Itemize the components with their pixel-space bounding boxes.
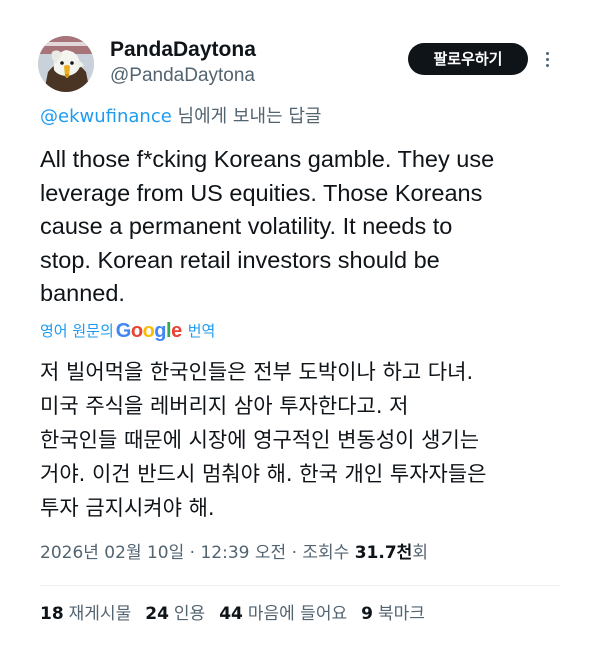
translation-suffix: 번역 [187,322,216,340]
vertical-ellipsis-icon [546,58,549,61]
stat-count: 44 [219,604,243,624]
stat-label: 재게시물 [68,604,132,624]
translated-line: 거야. 이건 반드시 멈춰야 해. 한국 개인 투자자들은 [40,462,487,486]
reply-suffix: 님에게 보내는 답글 [171,106,322,127]
quotes-stat[interactable]: 24 인용 [145,602,205,626]
avatar[interactable] [38,36,94,92]
vertical-ellipsis-icon [546,64,549,67]
handle[interactable]: @PandaDaytona [110,64,255,88]
bald-eagle-avatar-icon [38,36,94,92]
translated-line: 한국인들 때문에 시장에 영구적인 변동성이 생기는 [40,428,480,452]
vertical-ellipsis-icon [546,52,549,55]
translated-line: 미국 주식을 레버리지 삼아 투자한다고. 저 [40,394,409,418]
engagement-stats: 18 재게시물 24 인용 44 마음에 들어요 9 북마크 [40,602,425,626]
reply-context: @ekwufinance 님에게 보내는 답글 [40,105,321,129]
translated-line: 투자 금지시켜야 해. [40,496,215,520]
tweet-text-line: banned. [40,280,125,306]
more-options-button[interactable] [538,46,558,72]
tweet-date[interactable]: 2026년 02월 10일 [40,543,184,563]
views-label: 조회수 [302,543,350,563]
views-count: 31.7천 [354,543,413,563]
bookmarks-stat[interactable]: 9 북마크 [361,602,425,626]
translated-text: 저 빌어먹을 한국인들은 전부 도박이나 하고 다녀. 미국 주식을 레버리지 … [40,355,580,525]
translation-attribution[interactable]: 영어 원문의 Google 번역 [40,318,215,344]
follow-button[interactable]: 팔로우하기 [408,43,528,75]
views-suffix: 회 [412,543,428,563]
reply-mention-link[interactable]: @ekwufinance [40,106,172,127]
stat-count: 18 [40,604,64,624]
translated-line: 저 빌어먹을 한국인들은 전부 도박이나 하고 다녀. [40,360,474,384]
tweet-text: All those f*cking Koreans gamble. They u… [40,143,570,311]
translation-prefix: 영어 원문의 [40,322,114,340]
google-logo: Google [115,320,182,342]
stat-count: 24 [145,604,169,624]
reposts-stat[interactable]: 18 재게시물 [40,602,131,626]
stat-label: 인용 [173,604,206,624]
stat-label: 마음에 들어요 [247,604,348,624]
display-name[interactable]: PandaDaytona [110,38,256,62]
likes-stat[interactable]: 44 마음에 들어요 [219,602,347,626]
tweet-text-line: stop. Korean retail investors should be [40,246,440,273]
tweet-text-line: All those f*cking Koreans gamble. They u… [40,146,495,172]
tweet-meta: 2026년 02월 10일 · 12:39 오전 · 조회수 31.7천회 [40,543,428,563]
tweet-text-line: cause a permanent volatility. It needs t… [40,213,453,239]
stat-count: 9 [361,604,373,624]
stat-label: 북마크 [377,604,425,624]
tweet-time[interactable]: 12:39 오전 [200,543,286,563]
tweet-header: PandaDaytona @PandaDaytona 팔로우하기 [0,0,599,100]
divider [40,585,560,586]
tweet-text-line: leverage from US equities. Those Koreans [40,179,483,206]
